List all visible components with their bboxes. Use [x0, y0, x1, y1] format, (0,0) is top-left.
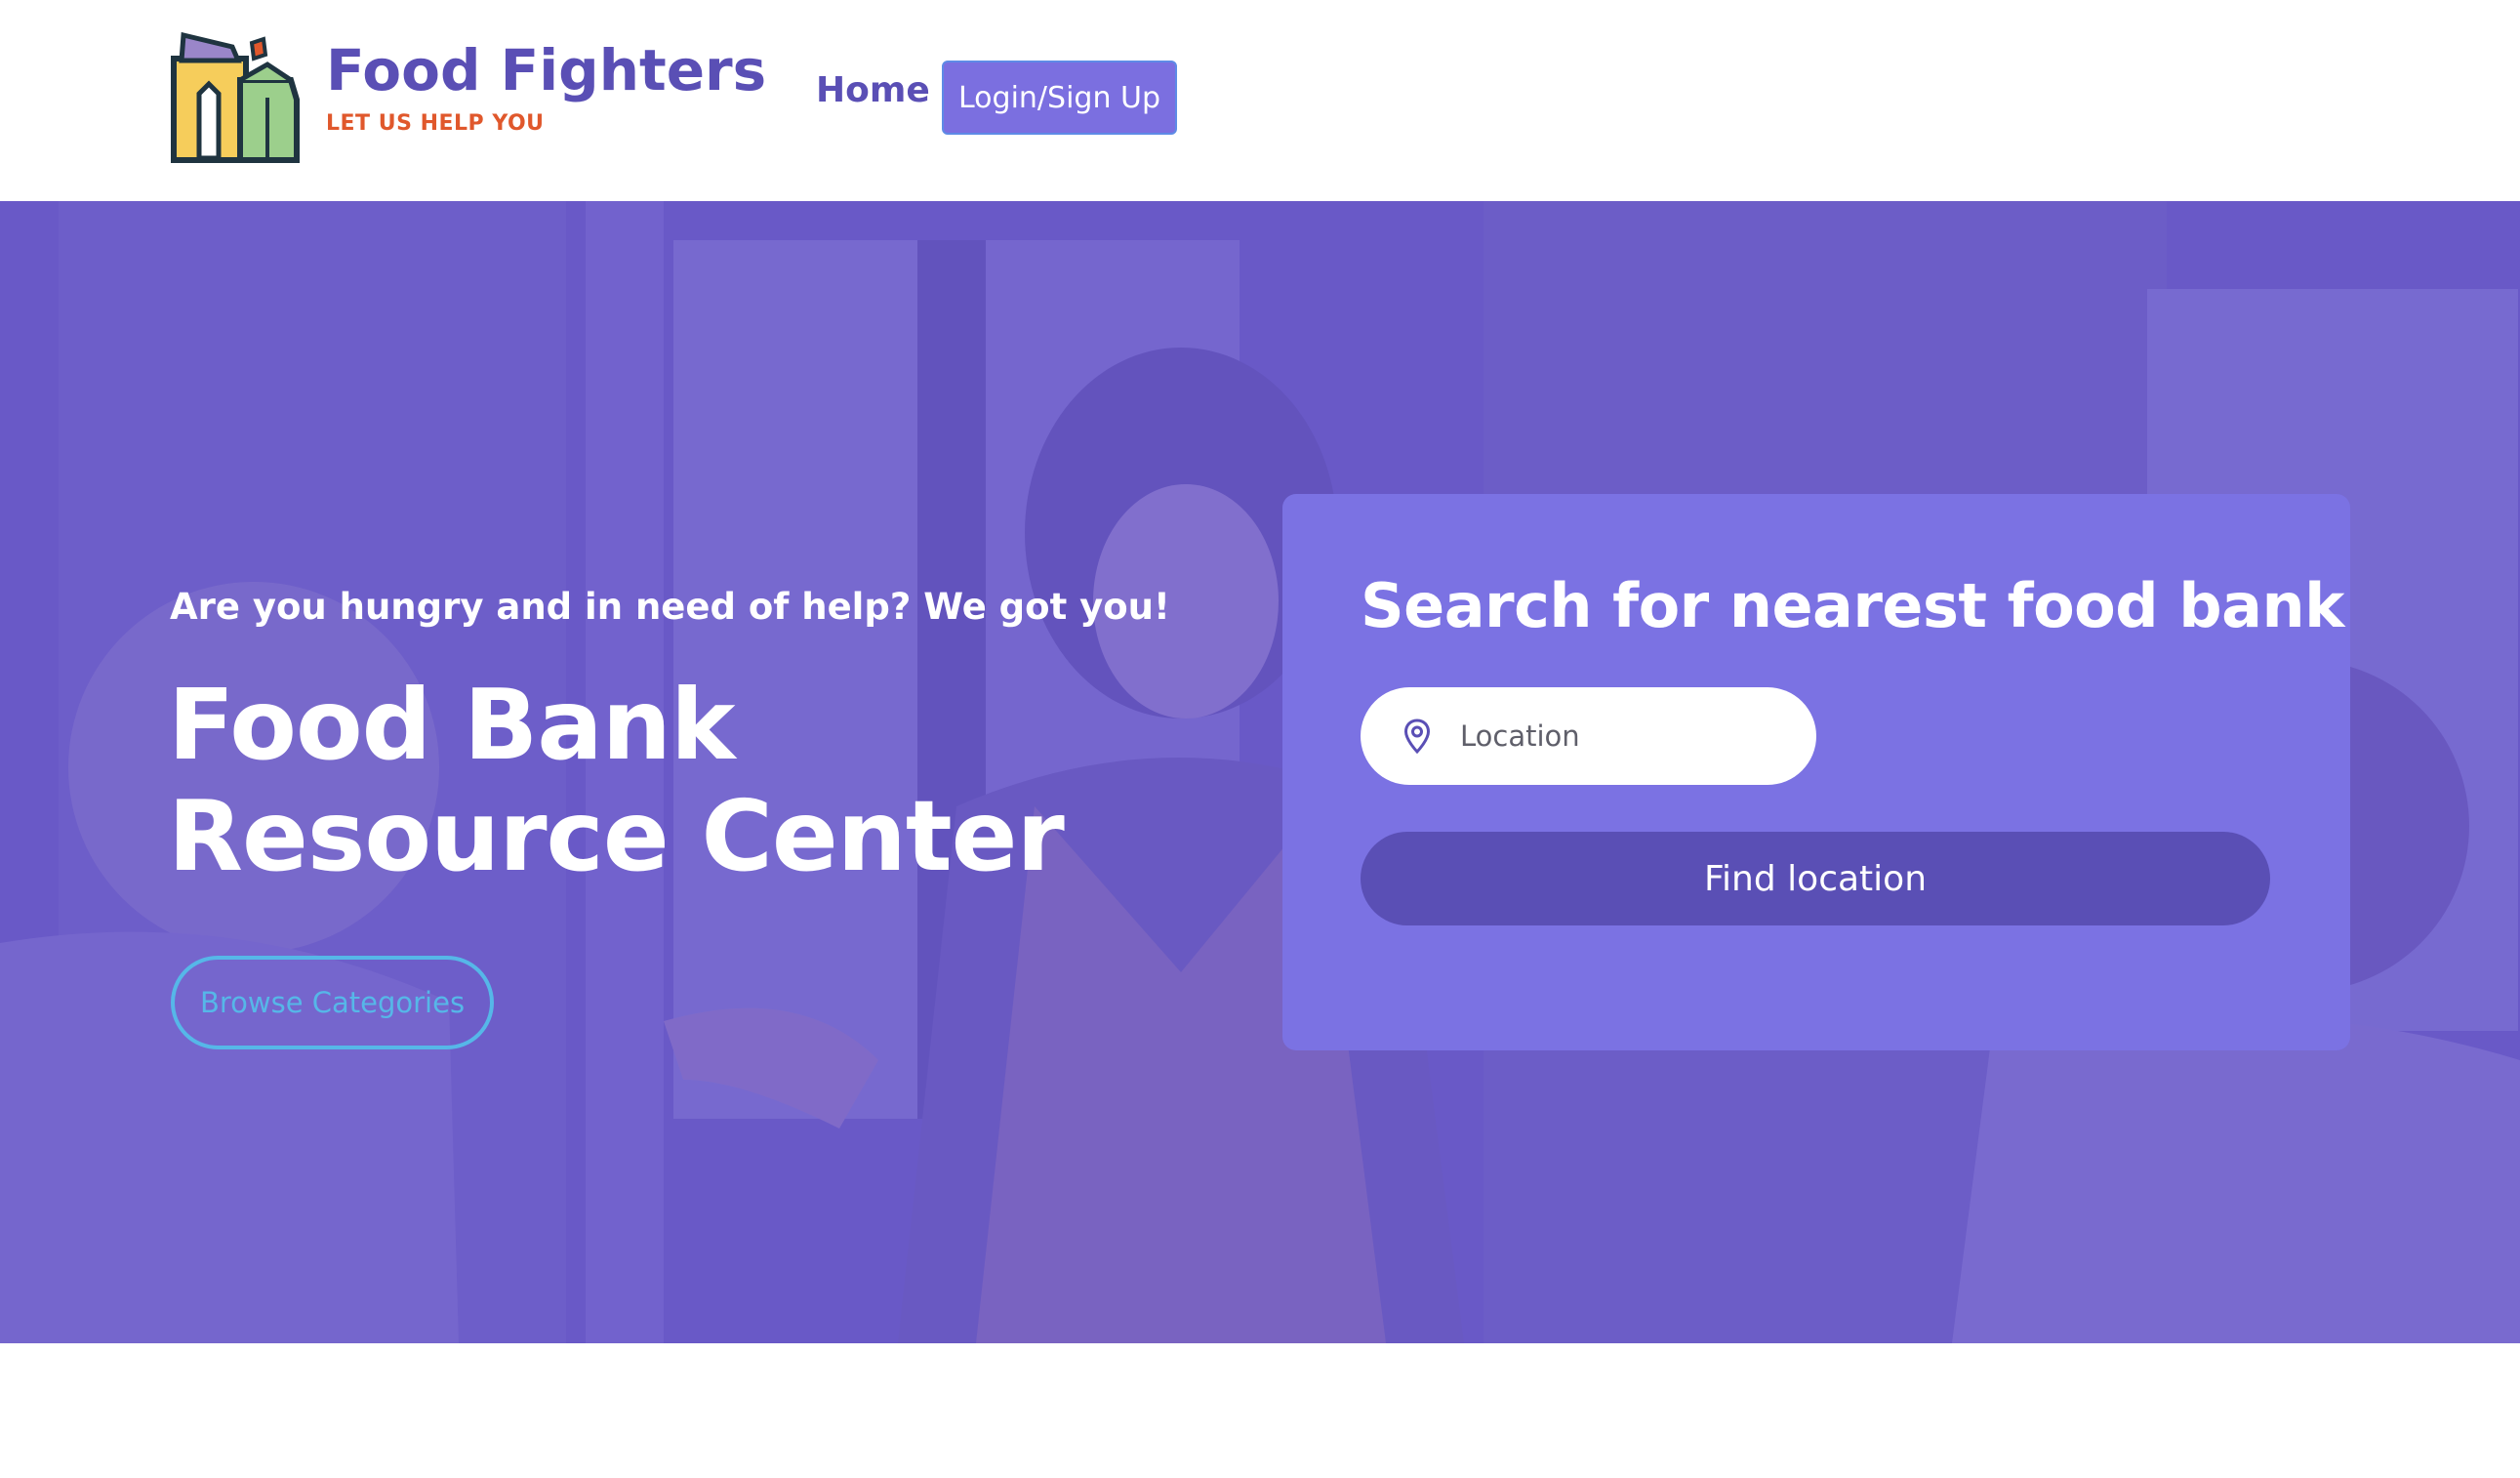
- map-pin-icon: [1403, 718, 1431, 754]
- nav-home-link[interactable]: Home: [816, 70, 930, 110]
- location-input[interactable]: [1458, 687, 1790, 785]
- search-title: Search for nearest food bank: [1361, 570, 2344, 641]
- browse-categories-button[interactable]: Browse Categories: [171, 956, 494, 1049]
- grocery-bag-logo-icon[interactable]: [170, 29, 303, 164]
- hero-subtitle: Are you hungry and in need of help? We g…: [170, 586, 1170, 628]
- brand-name[interactable]: Food Fighters: [326, 37, 766, 103]
- find-location-button[interactable]: Find location: [1361, 832, 2270, 925]
- hero-section: Are you hungry and in need of help? We g…: [0, 201, 2520, 1343]
- search-card: Search for nearest food bank Find locati…: [1282, 494, 2350, 1050]
- location-field[interactable]: [1361, 687, 1816, 785]
- login-signup-button[interactable]: Login/Sign Up: [942, 61, 1177, 135]
- site-header: Food Fighters LET US HELP YOU Home Login…: [0, 0, 2520, 201]
- brand-tagline: LET US HELP YOU: [326, 111, 545, 136]
- hero-title: Food Bank Resource Center: [168, 668, 1065, 893]
